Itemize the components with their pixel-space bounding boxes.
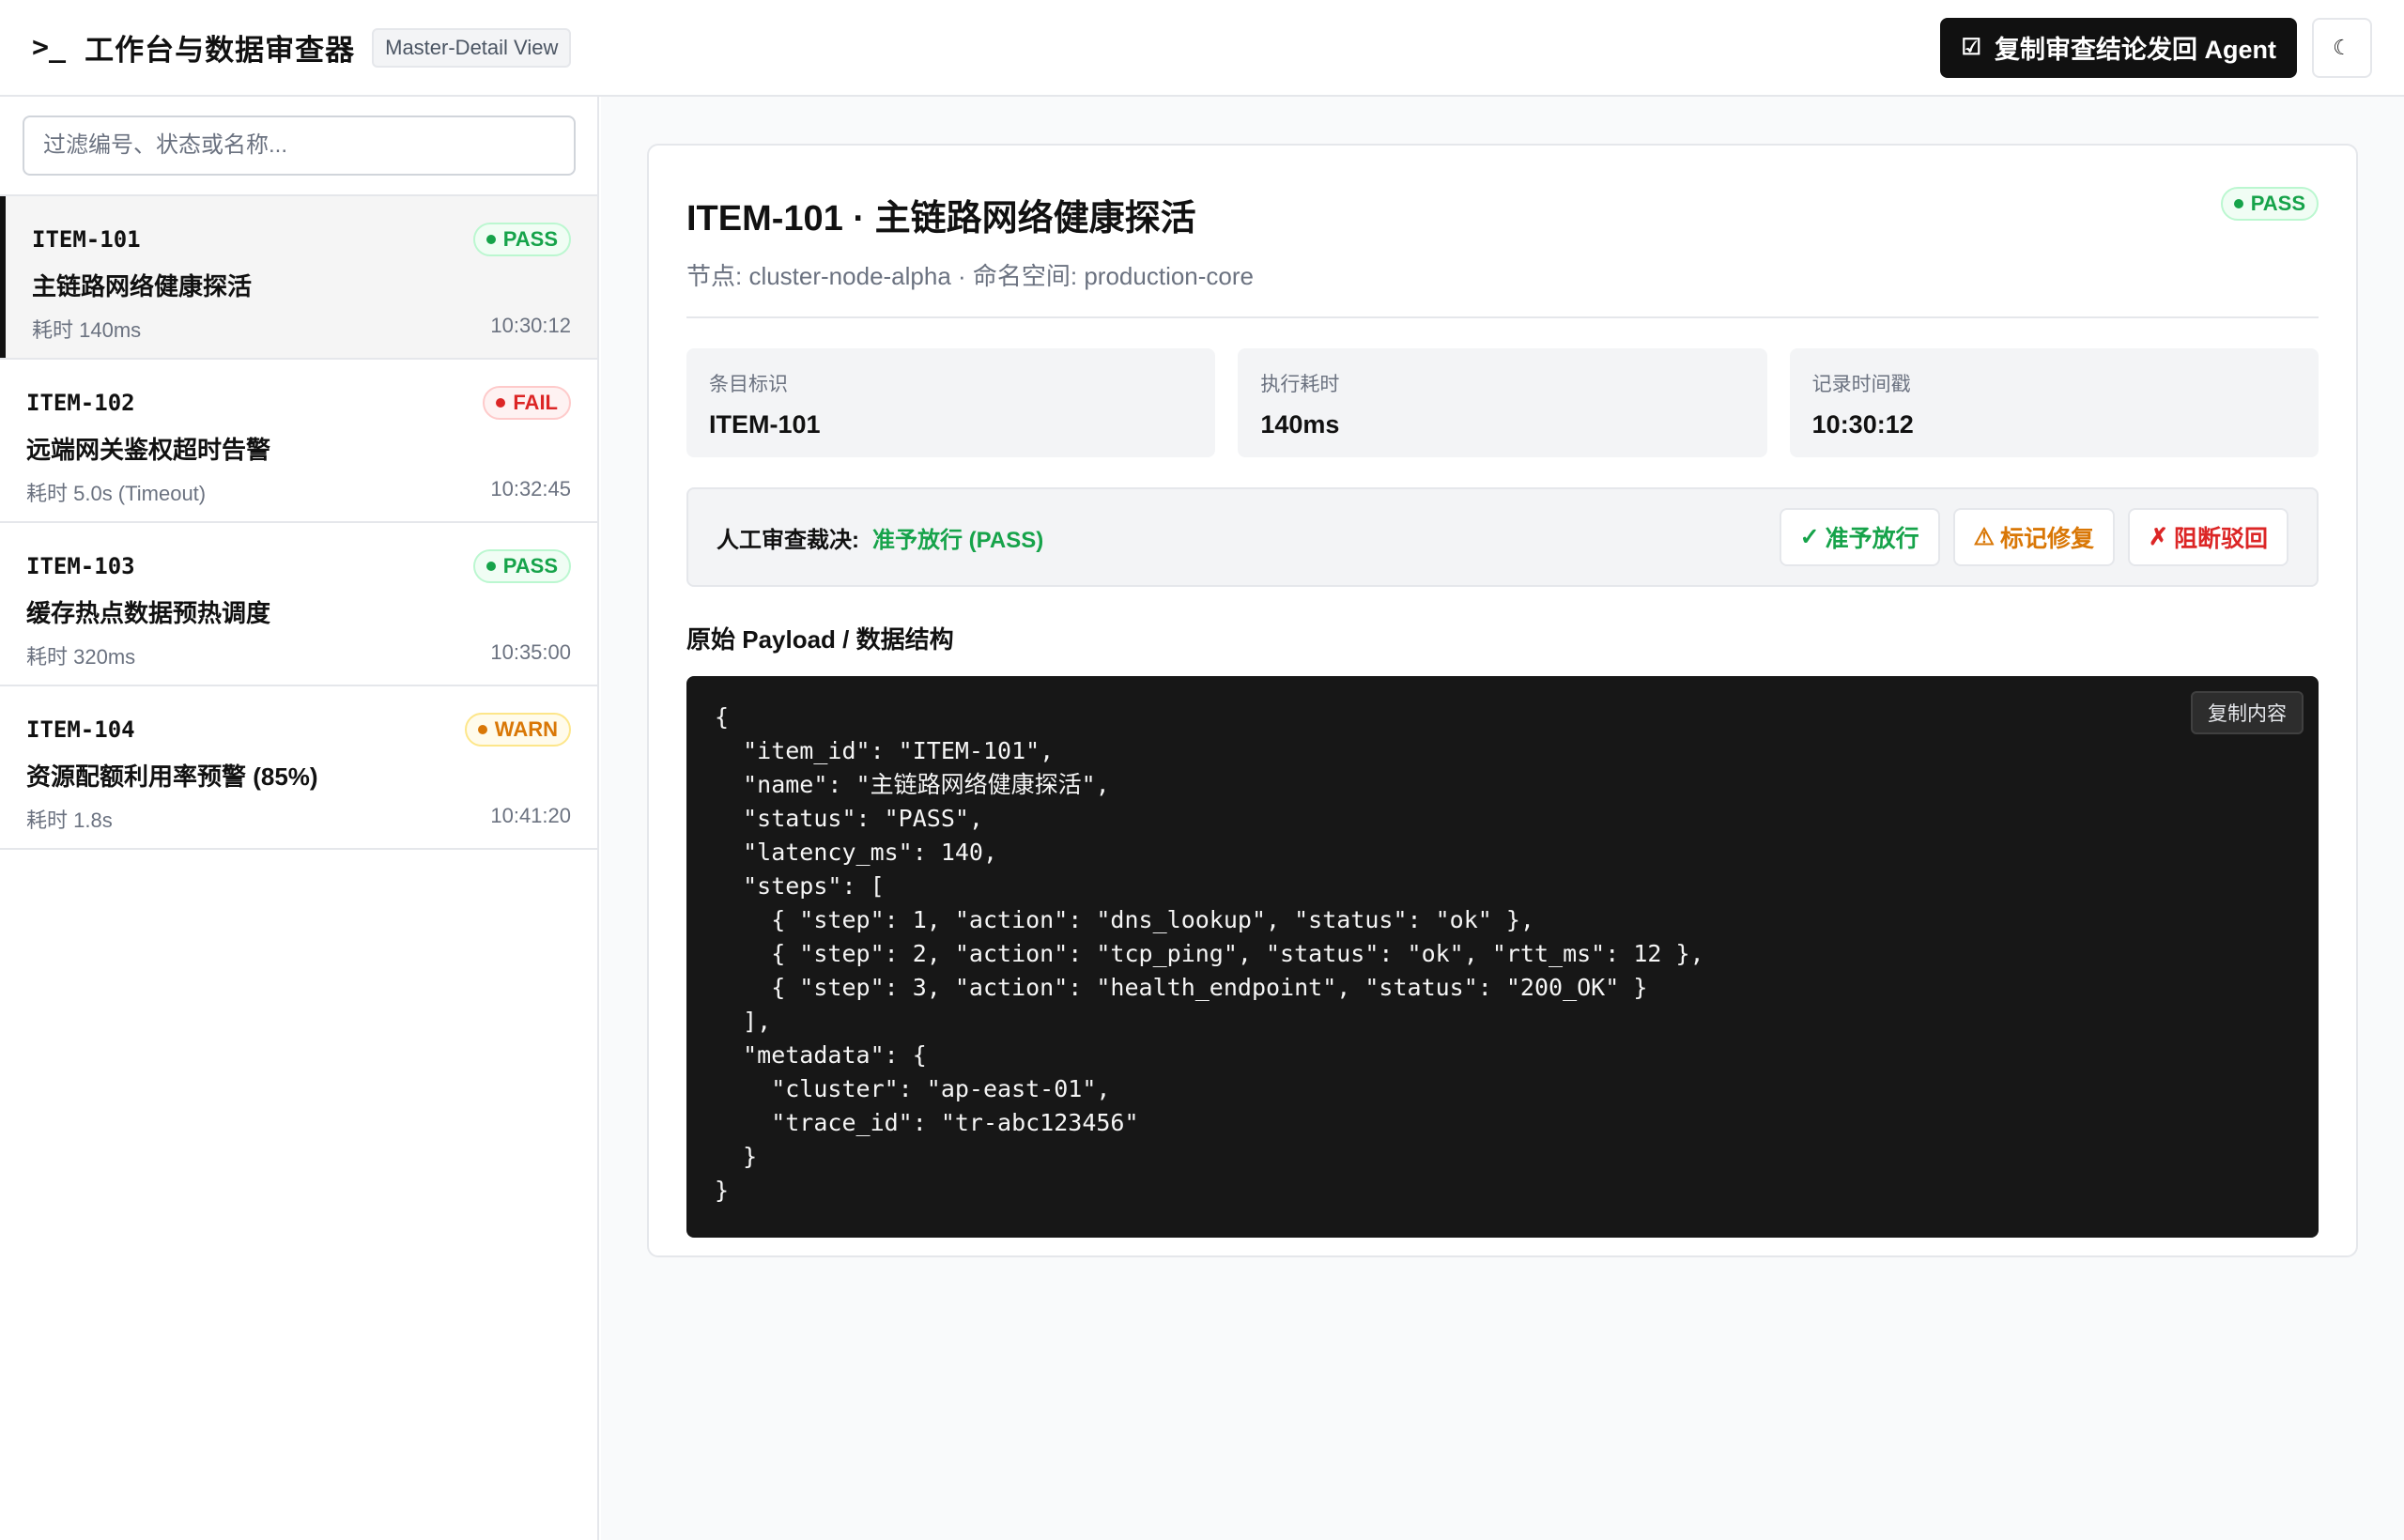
status-badge: PASS <box>472 549 571 583</box>
view-mode-badge: Master-Detail View <box>372 27 572 68</box>
approve-button[interactable]: ✓ 准予放行 <box>1779 508 1940 566</box>
reject-label: 阻断驳回 <box>2173 526 2268 552</box>
item-name: 远端网关鉴权超时告警 <box>26 436 271 464</box>
warning-icon: ⚠ <box>1973 524 1996 550</box>
verdict-label: 人工审查裁决: <box>717 527 859 553</box>
checkbox-icon: ☑ <box>1961 35 1981 60</box>
payload-json: { "item_id": "ITEM-101", "name": "主链路网络健… <box>715 703 1704 1204</box>
mark-fix-label: 标记修复 <box>2000 526 2095 552</box>
detail-status-badge: PASS <box>2220 187 2319 221</box>
payload-code-block: 复制内容 { "item_id": "ITEM-101", "name": "主… <box>686 676 2319 1238</box>
detail-title: ITEM-101 · 主链路网络健康探活 <box>686 199 1196 239</box>
item-id: ITEM-104 <box>26 716 135 743</box>
stat-value: 140ms <box>1260 410 1340 439</box>
stat-label: 记录时间戳 <box>1811 374 1911 395</box>
status-badge: FAIL <box>483 386 571 420</box>
item-time: 10:32:45 <box>490 477 571 500</box>
item-name: 资源配额利用率预警 (85%) <box>26 762 318 791</box>
divider <box>686 316 2319 318</box>
item-id: ITEM-102 <box>26 390 135 416</box>
moon-icon: ☾ <box>2333 35 2351 59</box>
status-dot-icon <box>477 725 487 734</box>
status-dot-icon <box>2233 199 2243 208</box>
item-time: 10:41:20 <box>490 804 571 827</box>
status-dot-icon <box>485 562 496 571</box>
list-item[interactable]: ITEM-101 PASS 主链路网络健康探活 耗时 140ms 10:30:1… <box>0 196 597 360</box>
stat-label: 条目标识 <box>709 374 788 395</box>
review-verdict-bar: 人工审查裁决: 准予放行 (PASS) ✓ 准予放行 ⚠ 标记修复 ✗ 阻断驳回 <box>686 487 2319 587</box>
stat-latency: 执行耗时 140ms <box>1238 348 1767 457</box>
check-icon: ✓ <box>1799 524 1820 550</box>
item-latency: 耗时 320ms <box>26 645 136 669</box>
stat-value: 10:30:12 <box>1811 410 1914 439</box>
copy-code-button[interactable]: 复制内容 <box>2191 691 2304 734</box>
item-name: 缓存热点数据预热调度 <box>26 599 271 627</box>
approve-label: 准予放行 <box>1825 526 1919 552</box>
list-item[interactable]: ITEM-103 PASS 缓存热点数据预热调度 耗时 320ms 10:35:… <box>0 523 597 686</box>
payload-section-title: 原始 Payload / 数据结构 <box>686 625 954 654</box>
item-latency: 耗时 5.0s (Timeout) <box>26 482 207 505</box>
item-latency: 耗时 140ms <box>32 318 142 342</box>
item-id: ITEM-101 <box>32 226 141 253</box>
cross-icon: ✗ <box>2149 524 2168 550</box>
stat-value: ITEM-101 <box>709 410 821 439</box>
detail-panel: ITEM-101 · 主链路网络健康探活 节点: cluster-node-al… <box>601 97 2404 1540</box>
item-id: ITEM-103 <box>26 553 135 579</box>
item-latency: 耗时 1.8s <box>26 808 113 832</box>
stat-timestamp: 记录时间戳 10:30:12 <box>1789 348 2319 457</box>
status-badge: WARN <box>464 713 571 747</box>
stat-item-id: 条目标识 ITEM-101 <box>686 348 1216 457</box>
item-name: 主链路网络健康探活 <box>32 272 253 300</box>
verdict-value: 准予放行 (PASS) <box>872 527 1044 553</box>
filter-input[interactable] <box>23 116 576 176</box>
filter-bar <box>0 97 597 196</box>
list-item[interactable]: ITEM-104 WARN 资源配额利用率预警 (85%) 耗时 1.8s 10… <box>0 686 597 850</box>
theme-toggle-button[interactable]: ☾ <box>2312 17 2372 78</box>
item-list-sidebar: ITEM-101 PASS 主链路网络健康探活 耗时 140ms 10:30:1… <box>0 97 599 1540</box>
stat-label: 执行耗时 <box>1260 374 1340 395</box>
stats-row: 条目标识 ITEM-101 执行耗时 140ms 记录时间戳 10:30:12 <box>686 348 2319 457</box>
item-time: 10:35:00 <box>490 640 571 664</box>
mark-fix-button[interactable]: ⚠ 标记修复 <box>1952 508 2116 566</box>
status-badge: PASS <box>472 223 571 256</box>
app-header: >_ 工作台与数据审查器 Master-Detail View ☑ 复制审查结论… <box>0 0 2404 97</box>
status-dot-icon <box>496 398 506 408</box>
copy-to-agent-button[interactable]: ☑ 复制审查结论发回 Agent <box>1940 17 2297 78</box>
terminal-icon: >_ <box>32 31 67 64</box>
copy-to-agent-label: 复制审查结论发回 Agent <box>1995 36 2276 64</box>
detail-card: ITEM-101 · 主链路网络健康探活 节点: cluster-node-al… <box>647 144 2358 1257</box>
list-item[interactable]: ITEM-102 FAIL 远端网关鉴权超时告警 耗时 5.0s (Timeou… <box>0 360 597 523</box>
app-title: 工作台与数据审查器 <box>85 34 356 67</box>
reject-button[interactable]: ✗ 阻断驳回 <box>2128 508 2288 566</box>
detail-subtitle: 节点: cluster-node-alpha · 命名空间: productio… <box>686 262 1255 290</box>
status-dot-icon <box>485 235 496 244</box>
item-time: 10:30:12 <box>490 314 571 337</box>
